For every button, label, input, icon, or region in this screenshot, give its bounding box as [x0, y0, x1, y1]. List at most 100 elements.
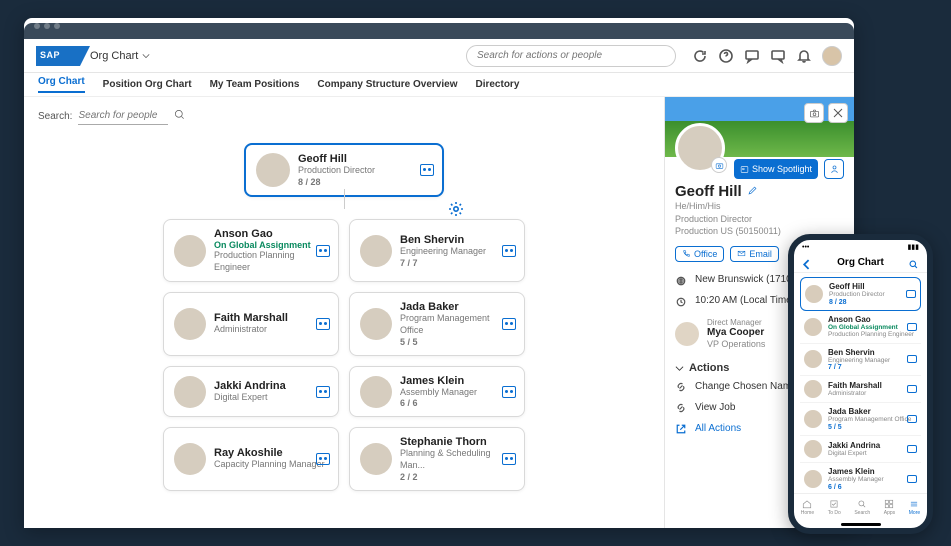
- chart-settings-icon[interactable]: [448, 201, 464, 217]
- avatar: [360, 308, 392, 340]
- phone-card[interactable]: Ben ShervinEngineering Manager7 / 7: [800, 344, 921, 377]
- org-card-icon[interactable]: [906, 290, 916, 298]
- p-name: James Klein: [828, 467, 917, 476]
- show-spotlight-button[interactable]: Show Spotlight: [734, 159, 818, 179]
- phone-list[interactable]: Geoff HillProduction Director8 / 28 Anso…: [794, 273, 927, 493]
- link-icon: [675, 402, 687, 414]
- org-card[interactable]: Ben Shervin Engineering Manager 7 / 7: [349, 219, 525, 282]
- org-card-icon[interactable]: [502, 245, 516, 257]
- org-card-icon[interactable]: [907, 323, 917, 331]
- org-chart-canvas: Search: Geoff Hill Production Director 8…: [24, 97, 664, 528]
- time-text: 10:20 AM (Local Time): [695, 295, 795, 306]
- p-name: Anson Gao: [828, 315, 917, 324]
- refresh-icon[interactable]: [692, 48, 708, 64]
- org-card-icon[interactable]: [316, 386, 330, 398]
- back-icon[interactable]: [802, 257, 813, 268]
- home-indicator: [841, 523, 881, 526]
- card-name: Ben Shervin: [400, 234, 514, 246]
- card-title: Digital Expert: [214, 392, 328, 404]
- page-selector-label: Org Chart: [90, 50, 138, 62]
- org-card-icon[interactable]: [502, 386, 516, 398]
- org-card-icon[interactable]: [907, 475, 917, 483]
- phone-card[interactable]: Faith MarshallAdministrator: [800, 376, 921, 403]
- p-sub: Production Planning Engineer: [828, 331, 917, 339]
- connector-line: [344, 189, 345, 209]
- org-card-icon[interactable]: [907, 385, 917, 393]
- card-title: Assembly Manager: [400, 387, 514, 399]
- tab-company-structure[interactable]: Company Structure Overview: [317, 79, 457, 90]
- clock-icon: [675, 296, 687, 308]
- card-title: Production Planning Engineer: [214, 250, 328, 273]
- card-count: 6 / 6: [400, 398, 514, 408]
- chevron-down-icon: [675, 364, 684, 373]
- feedback-icon[interactable]: [770, 48, 786, 64]
- mail-icon: [737, 249, 746, 258]
- office-button[interactable]: Office: [675, 246, 724, 262]
- help-icon[interactable]: [718, 48, 734, 64]
- global-search-input[interactable]: [466, 45, 676, 67]
- tab-my-team-positions[interactable]: My Team Positions: [210, 79, 300, 90]
- user-avatar[interactable]: [822, 46, 842, 66]
- spotlight-label: Show Spotlight: [752, 164, 812, 174]
- phone-card[interactable]: James KleinAssembly Manager6 / 6: [800, 463, 921, 493]
- card-name: Stephanie Thorn: [400, 436, 514, 448]
- org-card-icon[interactable]: [907, 415, 917, 423]
- nav-todo[interactable]: To Do: [828, 499, 841, 516]
- nav-apps[interactable]: Apps: [884, 499, 895, 516]
- org-card[interactable]: Stephanie Thorn Planning & Scheduling Ma…: [349, 427, 525, 490]
- org-card[interactable]: Ray Akoshile Capacity Planning Manager: [163, 427, 339, 490]
- p-name: Ben Shervin: [828, 348, 917, 357]
- profile-action-icon[interactable]: [824, 159, 844, 179]
- tab-position-org-chart[interactable]: Position Org Chart: [103, 79, 192, 90]
- nav-home[interactable]: Home: [801, 499, 814, 516]
- phone-card[interactable]: Anson GaoOn Global AssignmentProduction …: [800, 311, 921, 344]
- search-icon[interactable]: [174, 109, 185, 123]
- chat-icon[interactable]: [744, 48, 760, 64]
- edit-name-icon[interactable]: [747, 183, 758, 200]
- avatar: [805, 285, 823, 303]
- main-content: Search: Geoff Hill Production Director 8…: [24, 97, 854, 528]
- org-card[interactable]: Faith Marshall Administrator: [163, 292, 339, 355]
- org-card[interactable]: Jada Baker Program Management Office 5 /…: [349, 292, 525, 355]
- nav-search[interactable]: Search: [854, 499, 870, 516]
- bell-icon[interactable]: [796, 48, 812, 64]
- card-badge: On Global Assignment: [214, 240, 328, 250]
- phone-card[interactable]: Jakki AndrinaDigital Expert: [800, 436, 921, 463]
- p-name: Faith Marshall: [828, 381, 917, 390]
- p-sub: Assembly Manager: [828, 476, 917, 484]
- tab-directory[interactable]: Directory: [475, 79, 519, 90]
- org-card-icon[interactable]: [502, 318, 516, 330]
- phone-card[interactable]: Jada BakerProgram Management Office5 / 5: [800, 403, 921, 436]
- p-count: 6 / 6: [828, 484, 917, 491]
- close-icon[interactable]: [828, 103, 848, 123]
- page-selector[interactable]: Org Chart: [90, 50, 150, 62]
- org-card-icon[interactable]: [502, 453, 516, 465]
- org-card[interactable]: James Klein Assembly Manager 6 / 6: [349, 366, 525, 418]
- avatar-camera-icon[interactable]: [711, 157, 727, 173]
- avatar: [360, 443, 392, 475]
- org-card-icon[interactable]: [907, 355, 917, 363]
- org-card-icon[interactable]: [316, 453, 330, 465]
- card-count: 5 / 5: [400, 337, 514, 347]
- org-card-icon[interactable]: [316, 245, 330, 257]
- nav-more[interactable]: More: [909, 499, 920, 516]
- card-name: Faith Marshall: [214, 312, 328, 324]
- org-card[interactable]: Anson Gao On Global Assignment Productio…: [163, 219, 339, 282]
- avatar: [360, 235, 392, 267]
- camera-icon[interactable]: [804, 103, 824, 123]
- org-card-icon[interactable]: [420, 164, 434, 176]
- link-icon: [675, 381, 687, 393]
- tab-org-chart[interactable]: Org Chart: [38, 76, 85, 93]
- card-count: 2 / 2: [400, 472, 514, 482]
- org-card[interactable]: Jakki Andrina Digital Expert: [163, 366, 339, 418]
- org-card-icon[interactable]: [907, 445, 917, 453]
- phone-card[interactable]: Geoff HillProduction Director8 / 28: [800, 277, 921, 311]
- sap-logo[interactable]: SAP: [36, 46, 80, 66]
- email-button[interactable]: Email: [730, 246, 779, 262]
- p-count: 7 / 7: [828, 364, 917, 371]
- search-icon[interactable]: [908, 257, 919, 268]
- org-card-icon[interactable]: [316, 318, 330, 330]
- people-search-input[interactable]: [78, 107, 168, 125]
- card-title: Production Director: [298, 165, 432, 177]
- manager-avatar: [675, 322, 699, 346]
